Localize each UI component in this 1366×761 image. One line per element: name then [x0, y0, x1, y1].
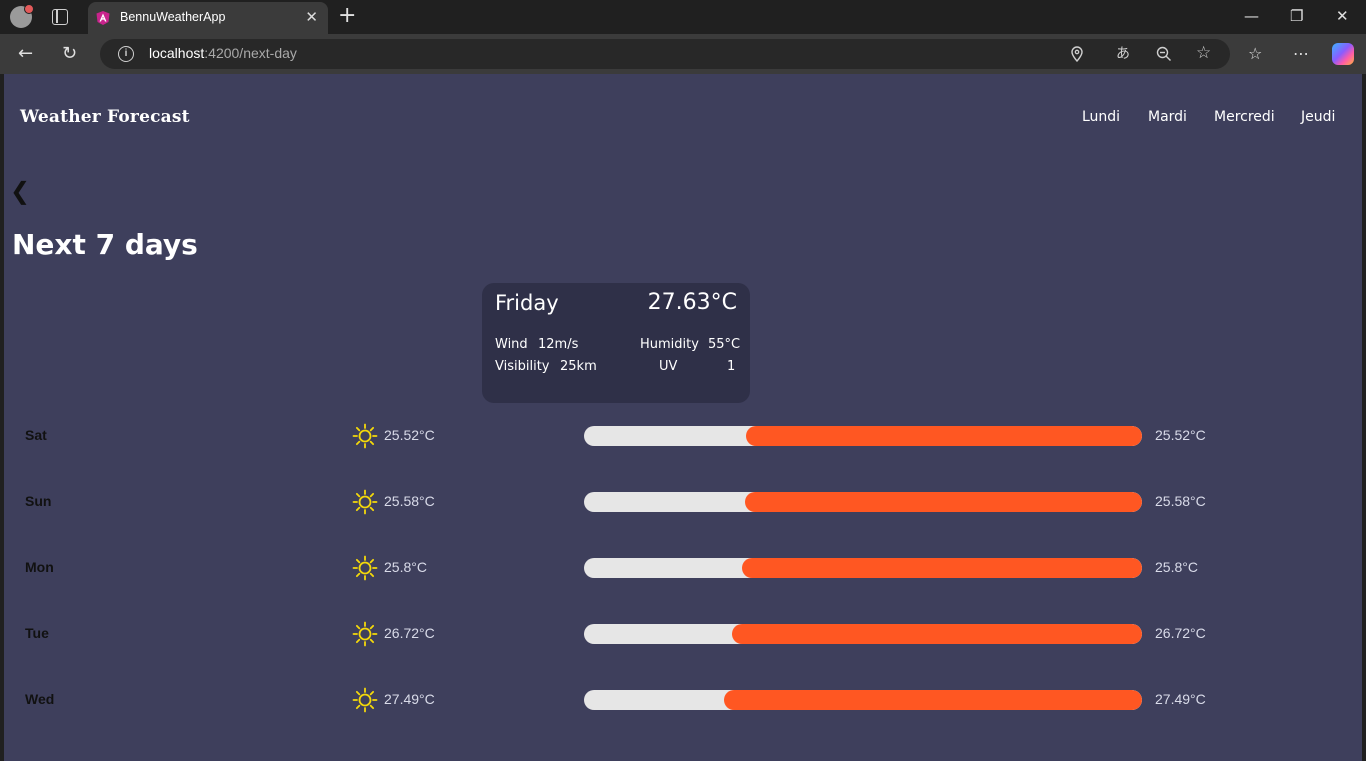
forecast-temp-max: 26.72°C: [1155, 625, 1206, 641]
visibility-value: 25km: [560, 359, 597, 374]
today-day: Friday: [495, 291, 559, 315]
browser-tab[interactable]: BennuWeatherApp ✕: [88, 2, 328, 34]
forecast-temp: 25.52°C: [384, 427, 435, 443]
back-icon[interactable]: ←: [18, 42, 33, 66]
back-arrow-icon[interactable]: ❮: [10, 177, 30, 205]
angular-favicon-icon: [96, 11, 110, 25]
forecast-row: Mon 25.8°C 25.8°C: [4, 553, 1362, 583]
favorites-icon[interactable]: ☆: [1248, 43, 1262, 65]
nav-link-mardi[interactable]: Mardi: [1148, 109, 1187, 125]
today-temp: 27.63°C: [647, 290, 737, 315]
forecast-day: Mon: [25, 559, 54, 575]
browser-tab-bar: BennuWeatherApp ✕ + — ❐ ✕: [0, 0, 1366, 34]
new-tab-icon[interactable]: +: [338, 3, 356, 29]
temperature-bar: [584, 426, 1142, 446]
uv-value: 1: [727, 359, 736, 374]
temperature-bar: [584, 492, 1142, 512]
sun-icon: [352, 687, 378, 713]
app-page: Weather Forecast Lundi Mardi Mercredi Je…: [4, 74, 1362, 761]
today-card: Friday 27.63°C Wind 12m/s Visibility 25k…: [482, 283, 750, 403]
url-path: :4200/next-day: [204, 45, 297, 61]
temperature-bar-fill: [723, 690, 1142, 710]
nav-link-jeudi[interactable]: Jeudi: [1301, 109, 1335, 125]
forecast-day: Tue: [25, 625, 49, 641]
visibility-label: Visibility: [495, 359, 550, 374]
forecast-day: Wed: [25, 691, 55, 707]
forecast-row: Wed 27.49°C 27.49°C: [4, 685, 1362, 715]
browser-toolbar: ← ↻ i localhost:4200/next-day あ ☆ ☆ ⋯: [0, 34, 1366, 74]
address-bar[interactable]: i localhost:4200/next-day あ ☆: [100, 39, 1230, 69]
translate-icon[interactable]: あ: [1116, 44, 1130, 64]
tab-close-icon[interactable]: ✕: [305, 8, 318, 26]
page-title: Next 7 days: [12, 228, 198, 261]
minimize-icon[interactable]: —: [1244, 5, 1259, 27]
forecast-temp: 26.72°C: [384, 625, 435, 641]
temperature-bar-fill: [745, 426, 1142, 446]
refresh-icon[interactable]: ↻: [62, 42, 77, 66]
temperature-bar: [584, 624, 1142, 644]
temperature-bar-fill: [741, 558, 1142, 578]
wind-value: 12m/s: [538, 337, 579, 352]
forecast-temp-max: 25.58°C: [1155, 493, 1206, 509]
temperature-bar-fill: [731, 624, 1142, 644]
favorite-star-icon[interactable]: ☆: [1196, 43, 1211, 63]
app-brand[interactable]: Weather Forecast: [20, 107, 190, 127]
tab-title: BennuWeatherApp: [120, 10, 226, 24]
forecast-row: Sat 25.52°C 25.52°C: [4, 421, 1362, 451]
close-window-icon[interactable]: ✕: [1336, 5, 1349, 27]
humidity-value: 55°C: [708, 337, 741, 352]
more-menu-icon[interactable]: ⋯: [1293, 43, 1309, 65]
profile-avatar-icon[interactable]: [10, 4, 34, 28]
temperature-bar-fill: [744, 492, 1142, 512]
forecast-row: Tue 26.72°C 26.72°C: [4, 619, 1362, 649]
temperature-bar: [584, 558, 1142, 578]
url-host: localhost: [149, 45, 205, 61]
temperature-bar: [584, 690, 1142, 710]
site-info-icon[interactable]: i: [118, 46, 134, 62]
sun-icon: [352, 621, 378, 647]
sun-icon: [352, 555, 378, 581]
wind-label: Wind: [495, 337, 528, 352]
forecast-temp: 25.8°C: [384, 559, 427, 575]
forecast-temp-max: 27.49°C: [1155, 691, 1206, 707]
tab-actions-icon[interactable]: [52, 9, 68, 25]
nav-link-lundi[interactable]: Lundi: [1082, 109, 1120, 125]
uv-label: UV: [659, 359, 678, 374]
forecast-temp: 25.58°C: [384, 493, 435, 509]
forecast-row: Sun 25.58°C 25.58°C: [4, 487, 1362, 517]
location-icon[interactable]: [1070, 46, 1084, 62]
nav-link-mercredi[interactable]: Mercredi: [1214, 109, 1275, 125]
forecast-day: Sat: [25, 427, 47, 443]
url-text[interactable]: localhost:4200/next-day: [149, 45, 297, 61]
forecast-day: Sun: [25, 493, 52, 509]
humidity-label: Humidity: [640, 337, 699, 352]
sun-icon: [352, 423, 378, 449]
forecast-temp: 27.49°C: [384, 691, 435, 707]
zoom-out-icon[interactable]: [1156, 46, 1172, 62]
forecast-temp-max: 25.8°C: [1155, 559, 1198, 575]
sun-icon: [352, 489, 378, 515]
restore-icon[interactable]: ❐: [1290, 5, 1303, 27]
forecast-temp-max: 25.52°C: [1155, 427, 1206, 443]
copilot-icon[interactable]: [1332, 43, 1354, 65]
